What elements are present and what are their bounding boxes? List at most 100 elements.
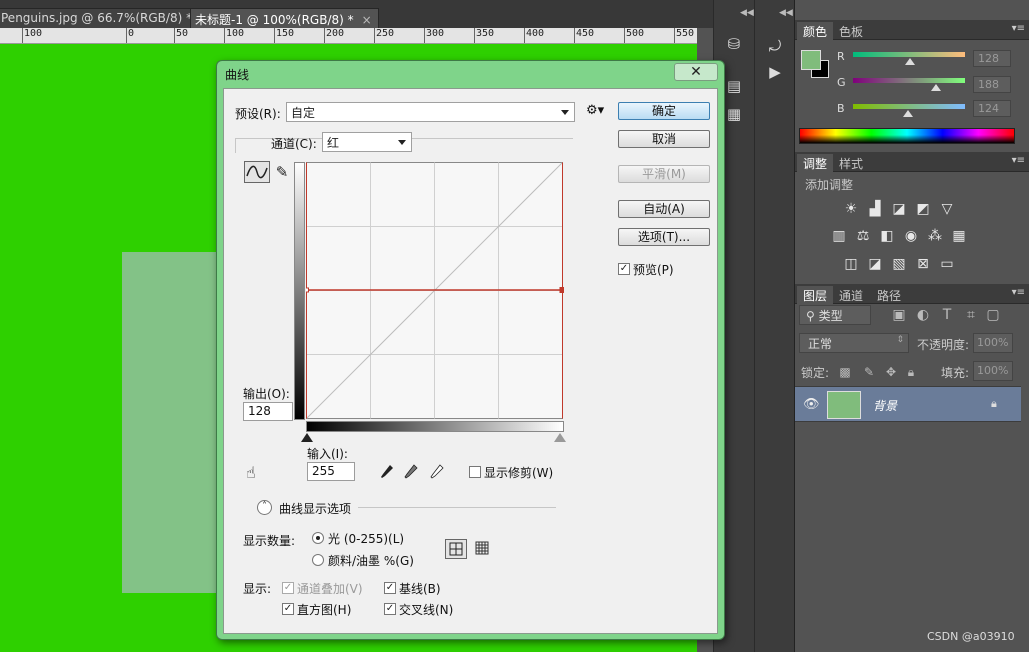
ruler-tick: 0 [125, 28, 135, 43]
levels-icon[interactable]: ▟ [867, 201, 883, 217]
white-point-slider[interactable] [554, 433, 566, 442]
actions-play-icon[interactable]: ▶ [763, 62, 787, 82]
tab-close-icon[interactable]: × [362, 13, 372, 27]
selective-color-icon[interactable]: ▭ [939, 256, 955, 272]
filter-adjust-icon[interactable]: ◐ [915, 307, 931, 323]
smooth-button[interactable]: 平滑(M) [618, 165, 710, 183]
slider-b-thumb[interactable] [903, 110, 913, 117]
hue-saturation-icon[interactable]: ▥ [831, 228, 847, 244]
radio-light[interactable] [312, 532, 324, 544]
tab-untitled[interactable]: 未标题-1 @ 100%(RGB/8) * × [190, 8, 379, 28]
tab-adjustments[interactable]: 调整 [797, 154, 834, 172]
collapse-icon[interactable]: ◀◀ [740, 8, 754, 18]
value-r[interactable]: 128 [973, 50, 1011, 67]
filter-smart-icon[interactable]: ▢ [985, 307, 1001, 323]
collapse-options-icon[interactable]: ˄ [257, 500, 272, 515]
preview-checkbox[interactable]: ✓ [618, 263, 630, 275]
radio-pigment[interactable] [312, 554, 324, 566]
brightness-icon[interactable]: ☀ [843, 201, 859, 217]
input-input[interactable]: 255 [307, 462, 355, 481]
baseline-checkbox[interactable]: ✓ [384, 582, 396, 594]
close-button[interactable]: ✕ [674, 63, 718, 81]
threshold-icon[interactable]: ▧ [891, 256, 907, 272]
panel-menu-icon[interactable]: ▾≡ [1012, 23, 1025, 34]
opacity-input[interactable]: 100% [973, 333, 1013, 353]
eye-icon[interactable]: 👁︎ [803, 397, 820, 412]
lock-all-icon[interactable]: 🔒︎ [903, 364, 919, 380]
filter-shape-icon[interactable]: ⌗ [963, 307, 979, 323]
preset-select[interactable]: 自定 [286, 102, 575, 122]
vibrance-icon[interactable]: ▽ [939, 201, 955, 217]
channel-overlay-checkbox[interactable]: ✓ [282, 582, 294, 594]
collapse-icon[interactable]: ◀◀ [779, 8, 793, 18]
info-icon[interactable]: ▤ [722, 76, 746, 96]
lock-pixels-icon[interactable]: ✎ [861, 364, 877, 380]
properties-icon[interactable]: ▦ [722, 104, 746, 124]
filter-type-icon[interactable]: T [939, 307, 955, 323]
tab-swatches[interactable]: 色板 [833, 22, 869, 40]
output-input[interactable]: 128 [243, 402, 293, 421]
targeted-adjust-hand-icon[interactable]: ☝ [246, 463, 256, 482]
exposure-icon[interactable]: ◩ [915, 201, 931, 217]
pencil-icon[interactable]: ✎ [272, 161, 292, 183]
curves-graph[interactable] [306, 162, 564, 420]
lock-label: 锁定: [801, 366, 830, 380]
radio-light-label: 光 (0-255)(L) [328, 532, 405, 546]
simple-grid-button[interactable] [445, 539, 467, 559]
curve-control-point[interactable] [559, 286, 564, 293]
value-b[interactable]: 124 [973, 100, 1011, 117]
auto-button[interactable]: 自动(A) [618, 200, 710, 218]
show-clipping-checkbox[interactable] [469, 466, 481, 478]
tab-color[interactable]: 颜色 [797, 22, 834, 40]
tab-layers[interactable]: 图层 [797, 286, 834, 304]
layer-row-background[interactable]: 👁︎ 背景 🔒︎ [795, 386, 1021, 422]
panel-menu-icon[interactable]: ▾≡ [1012, 155, 1025, 166]
cancel-button[interactable]: 取消 [618, 130, 710, 148]
color-lookup-icon[interactable]: ▦ [951, 228, 967, 244]
curve-point-tool[interactable] [244, 161, 270, 183]
curves-adjust-icon[interactable]: ◪ [891, 201, 907, 217]
tab-styles[interactable]: 样式 [833, 154, 869, 172]
tab-penguins[interactable]: Penguins.jpg @ 66.7%(RGB/8) *× [0, 8, 218, 28]
gradient-map-icon[interactable]: ⊠ [915, 256, 931, 272]
channel-mixer-icon[interactable]: ⁂ [927, 228, 943, 244]
color-spectrum-bar[interactable] [799, 128, 1015, 144]
photo-filter-icon[interactable]: ◉ [903, 228, 919, 244]
curve-control-point[interactable] [306, 287, 309, 293]
brush-preset-icon[interactable]: ⤾ [763, 36, 787, 56]
filter-pixel-icon[interactable]: ▣ [891, 307, 907, 323]
intersection-checkbox[interactable]: ✓ [384, 603, 396, 615]
lock-transparency-icon[interactable]: ▩ [837, 364, 853, 380]
ruler-tick: 500 [623, 28, 645, 43]
color-balance-icon[interactable]: ⚖ [855, 228, 871, 244]
slider-r[interactable] [853, 52, 965, 57]
ok-button[interactable]: 确定 [618, 102, 710, 120]
invert-icon[interactable]: ◫ [843, 256, 859, 272]
white-eyedropper-icon[interactable] [430, 464, 444, 480]
gray-eyedropper-icon[interactable] [404, 464, 418, 480]
tab-paths[interactable]: 路径 [871, 286, 907, 304]
value-g[interactable]: 188 [973, 76, 1011, 93]
tab-channels[interactable]: 通道 [833, 286, 869, 304]
layer-filter-select[interactable]: ⚲ 类型 [799, 305, 871, 325]
lock-position-icon[interactable]: ✥ [883, 364, 899, 380]
slider-g-thumb[interactable] [931, 84, 941, 91]
black-eyedropper-icon[interactable] [380, 464, 394, 480]
fill-input[interactable]: 100% [973, 361, 1013, 381]
posterize-icon[interactable]: ◪ [867, 256, 883, 272]
history-icon[interactable]: ⛁ [722, 34, 746, 54]
blend-mode-select[interactable]: 正常 ⇕ [799, 333, 909, 353]
layer-name[interactable]: 背景 [873, 397, 897, 414]
black-point-slider[interactable] [301, 433, 313, 442]
slider-b[interactable] [853, 104, 965, 109]
foreground-color-swatch[interactable] [801, 50, 821, 70]
options-button[interactable]: 选项(T)... [618, 228, 710, 246]
panel-menu-icon[interactable]: ▾≡ [1012, 287, 1025, 298]
gear-icon[interactable]: ⚙▾ [586, 103, 604, 118]
histogram-checkbox[interactable]: ✓ [282, 603, 294, 615]
channel-select[interactable]: 红 [322, 132, 412, 152]
slider-r-thumb[interactable] [905, 58, 915, 65]
detailed-grid-button[interactable] [472, 539, 492, 559]
slider-g[interactable] [853, 78, 965, 83]
black-white-icon[interactable]: ◧ [879, 228, 895, 244]
